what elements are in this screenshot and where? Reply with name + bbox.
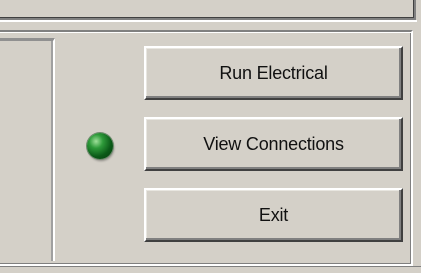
status-led-icon — [87, 133, 113, 159]
run-electrical-button[interactable]: Run Electrical — [144, 46, 403, 100]
exit-label: Exit — [258, 204, 289, 225]
top-frame-highlight — [0, 20, 417, 22]
top-frame — [0, 0, 416, 20]
bottom-frame-edge — [0, 266, 421, 273]
view-connections-button[interactable]: View Connections — [144, 117, 403, 171]
run-electrical-label: Run Electrical — [219, 62, 328, 83]
left-panel — [0, 38, 55, 261]
dialog-window: Run Electrical View Connections Exit — [0, 0, 421, 273]
view-connections-label: View Connections — [203, 133, 344, 154]
exit-button[interactable]: Exit — [144, 188, 403, 242]
